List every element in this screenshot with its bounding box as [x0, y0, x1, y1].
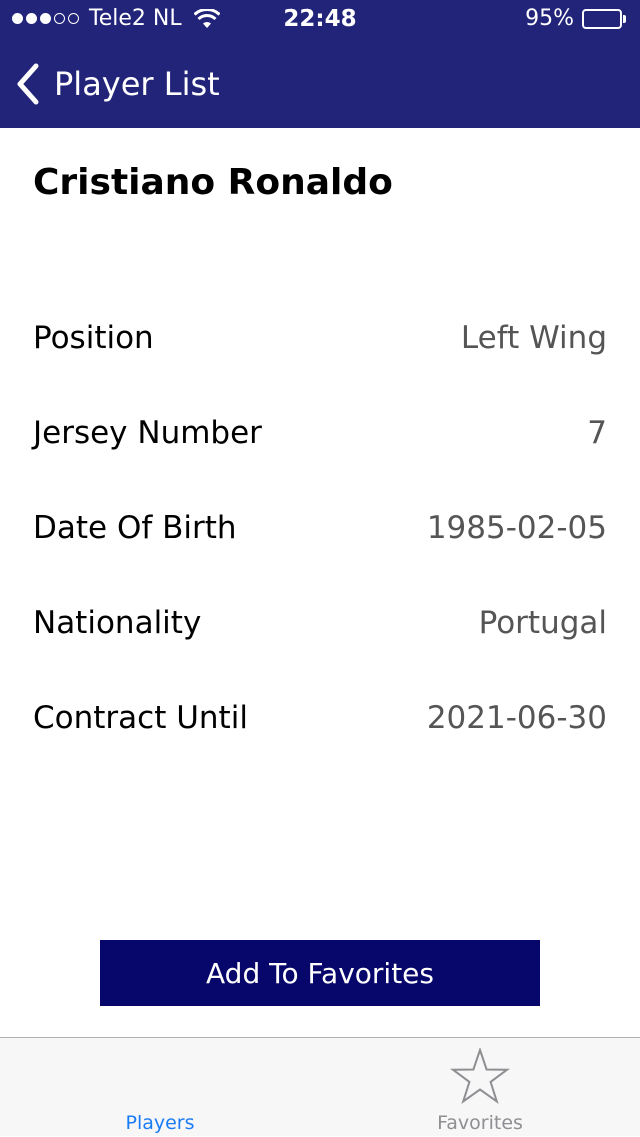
tab-label: Players	[125, 1112, 195, 1134]
status-right: 95%	[525, 6, 628, 31]
detail-value: Portugal	[478, 605, 607, 641]
chevron-left-icon	[17, 63, 39, 105]
detail-row-contract-until: Contract Until 2021-06-30	[33, 694, 607, 742]
detail-value: 2021-06-30	[426, 700, 607, 736]
player-name: Cristiano Ronaldo	[33, 162, 393, 203]
tab-players[interactable]: Players	[0, 1038, 320, 1137]
navigation-header: Tele2 NL 22:48 95% Player List	[0, 0, 640, 128]
detail-value: 1985-02-05	[426, 510, 607, 546]
back-button-label: Player List	[54, 65, 220, 103]
detail-label: Date Of Birth	[33, 510, 237, 546]
tab-favorites[interactable]: Favorites	[320, 1038, 640, 1137]
detail-value: 7	[587, 415, 607, 451]
detail-row-date-of-birth: Date Of Birth 1985-02-05	[33, 504, 607, 552]
back-button[interactable]: Player List	[14, 60, 220, 108]
star-icon	[450, 1048, 510, 1104]
detail-label: Contract Until	[33, 700, 248, 736]
players-icon	[130, 1048, 190, 1104]
add-to-favorites-button[interactable]: Add To Favorites	[100, 940, 540, 1006]
detail-label: Position	[33, 320, 154, 356]
tab-bar: Players Favorites	[0, 1037, 640, 1136]
detail-row-nationality: Nationality Portugal	[33, 599, 607, 647]
detail-row-jersey-number: Jersey Number 7	[33, 409, 607, 457]
tab-label: Favorites	[437, 1112, 523, 1134]
battery-icon	[582, 8, 628, 29]
detail-label: Nationality	[33, 605, 202, 641]
detail-label: Jersey Number	[33, 415, 262, 451]
status-bar: Tele2 NL 22:48 95%	[0, 0, 640, 40]
battery-percentage: 95%	[525, 6, 574, 31]
detail-value: Left Wing	[460, 320, 607, 356]
detail-row-position: Position Left Wing	[33, 314, 607, 362]
